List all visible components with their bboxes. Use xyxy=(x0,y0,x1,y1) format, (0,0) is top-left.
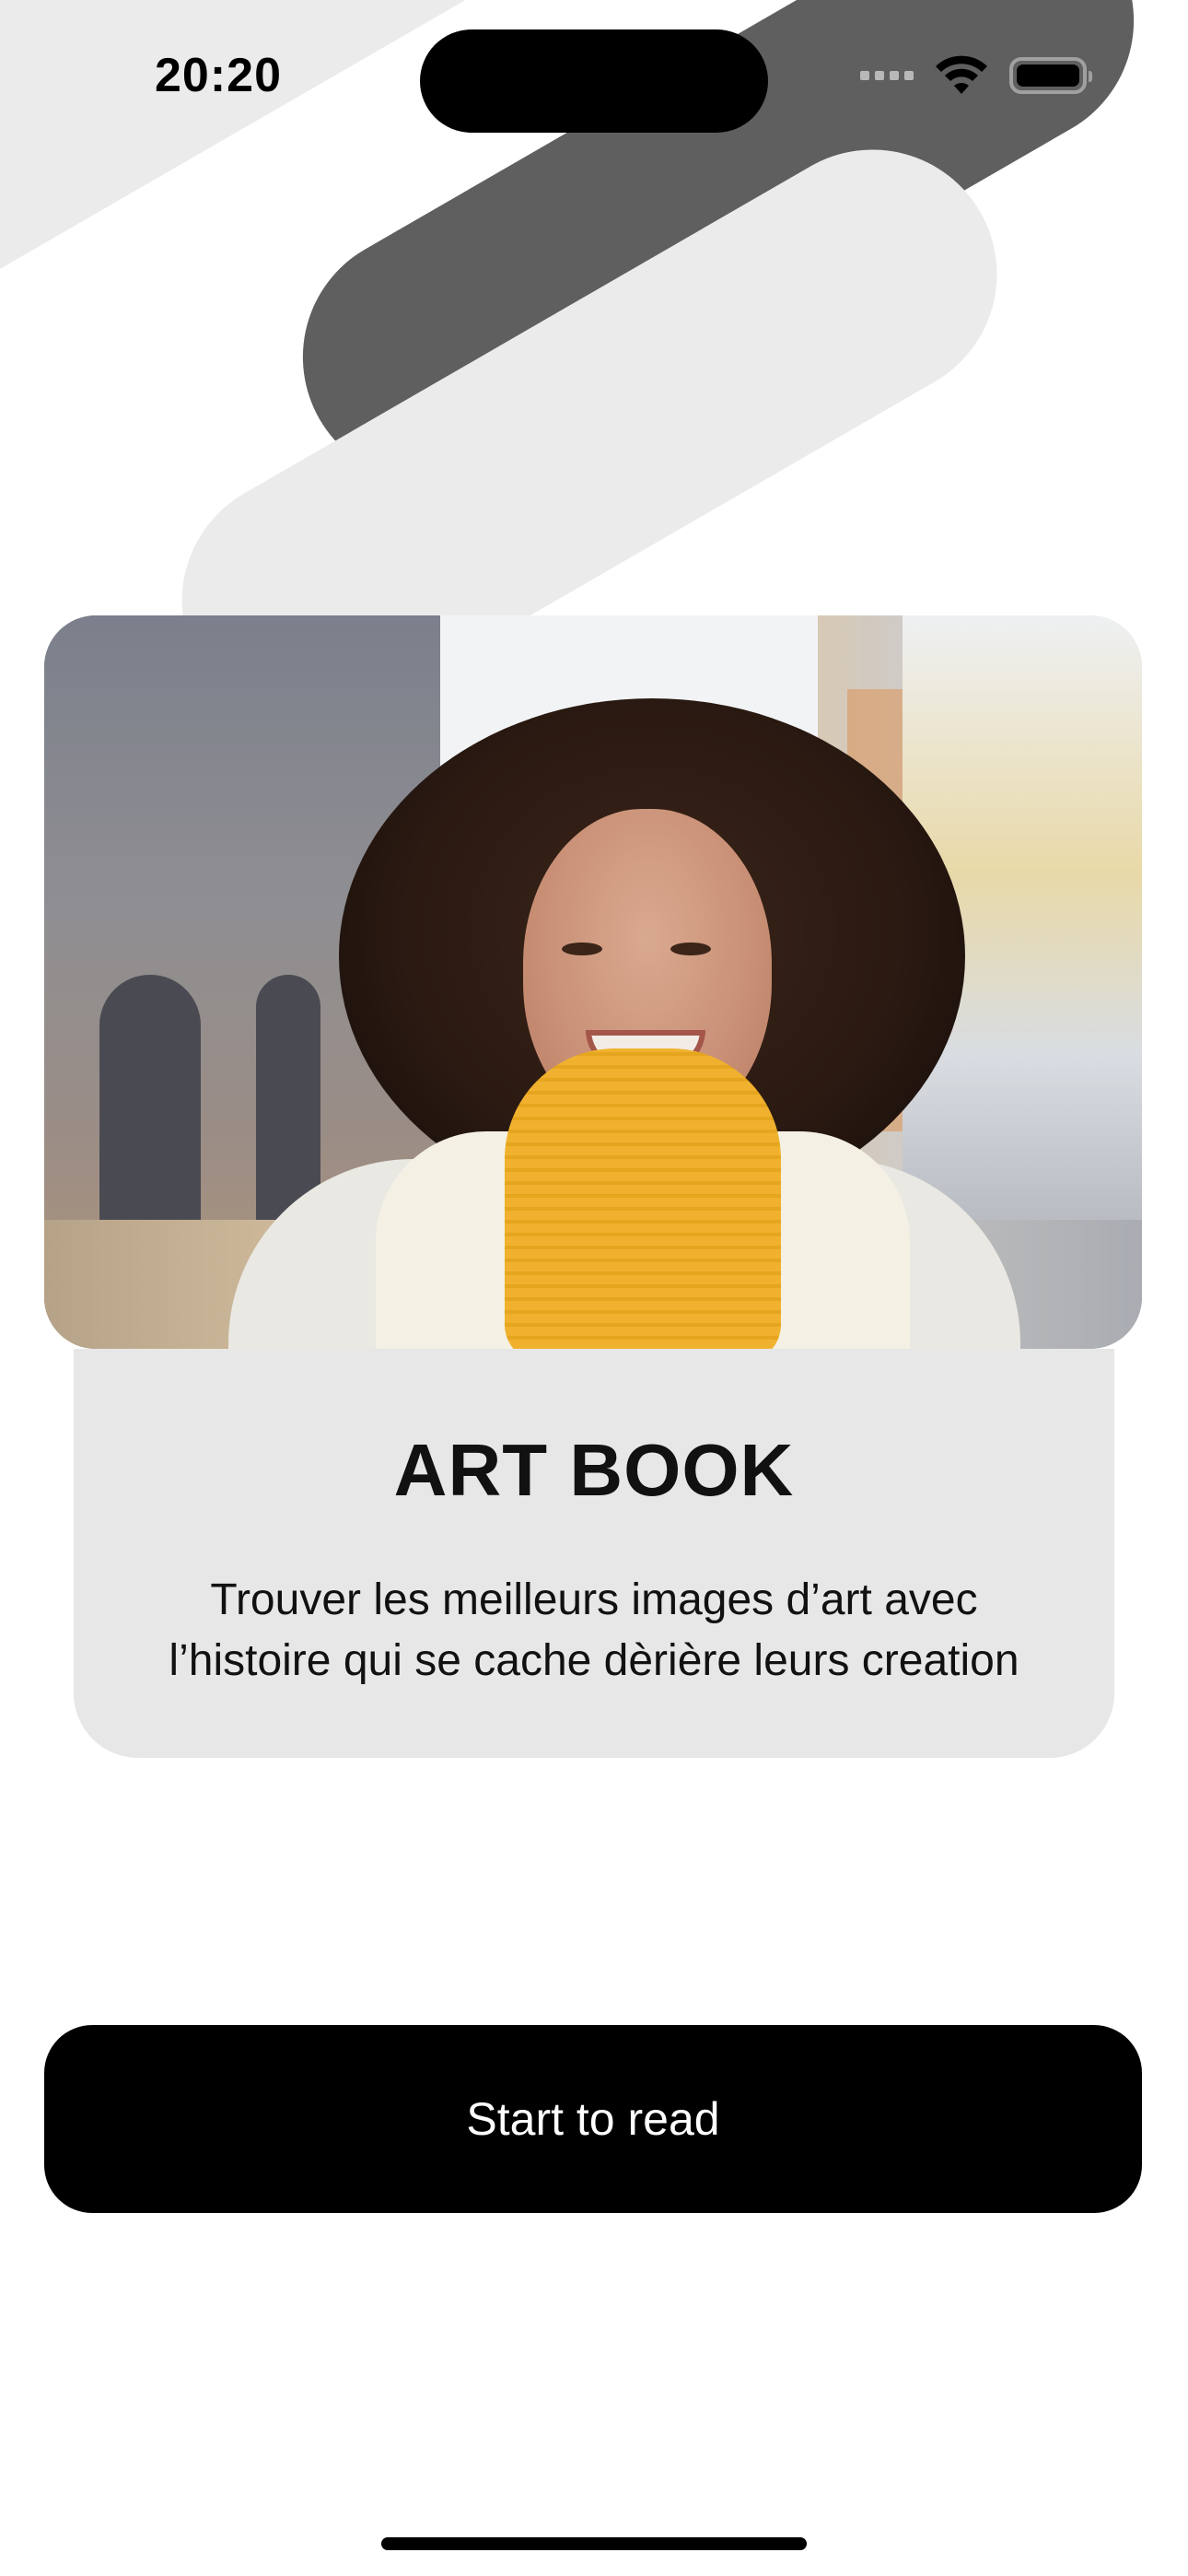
wifi-icon xyxy=(936,55,987,94)
cellular-signal-icon xyxy=(860,71,914,80)
description-line-2: l’histoire qui se cache dèrière leurs cr… xyxy=(169,1636,1019,1685)
description-line-1: Trouver les meilleurs images d’art avec xyxy=(210,1575,978,1624)
status-icons xyxy=(860,55,1092,96)
battery-icon xyxy=(1009,57,1092,94)
hero-portrait-image xyxy=(44,615,1142,1349)
status-time: 20:20 xyxy=(155,49,282,102)
app-title: ART BOOK xyxy=(393,1429,795,1511)
start-to-read-button[interactable]: Start to read xyxy=(44,2025,1142,2213)
info-card: ART BOOK Trouver les meilleurs images d’… xyxy=(74,1349,1114,1758)
app-description: Trouver les meilleurs images d’art avec … xyxy=(111,1570,1077,1692)
dynamic-island xyxy=(420,29,768,133)
home-indicator[interactable] xyxy=(381,2537,807,2550)
onboarding-screen: 20:20 ART BOOK Trouver les meilleurs ima… xyxy=(0,0,1188,2576)
